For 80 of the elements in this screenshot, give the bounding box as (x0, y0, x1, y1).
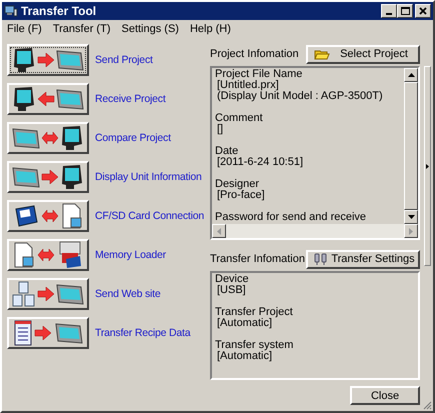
action-link[interactable]: Display Unit Information (95, 171, 202, 183)
table-icon (14, 320, 32, 346)
arrow-icon (41, 131, 59, 145)
info-value: [] (216, 124, 224, 135)
arrow-icon (37, 248, 55, 262)
info-value: (Display Unit Model : AGP-3500T) (216, 91, 384, 102)
maximize-button[interactable] (397, 4, 413, 18)
action-button[interactable] (7, 278, 89, 310)
panel-icon (12, 166, 40, 188)
window-title: Transfer Tool (21, 4, 98, 18)
resize-grip-icon[interactable] (422, 400, 432, 410)
info-value: [USB] (216, 285, 247, 296)
arrow-icon (41, 209, 59, 223)
monitor-icon (60, 125, 84, 151)
monitor-icon (4, 5, 18, 17)
panel-icon (54, 322, 82, 344)
folder-icon (314, 48, 330, 60)
action-link[interactable]: Send Web site (95, 288, 160, 300)
section-label: Transfer Infomation (210, 253, 305, 265)
action-link[interactable]: Receive Project (95, 93, 166, 105)
action-button[interactable] (7, 200, 89, 232)
arrow-icon (34, 326, 52, 340)
cable-icon (314, 253, 328, 265)
memory-card-icon (14, 205, 38, 227)
vertical-scrollbar[interactable] (404, 68, 418, 224)
info-value: [Pro-face] (217, 190, 266, 201)
panel-icon (56, 283, 84, 305)
action-button[interactable] (7, 239, 89, 271)
backup-icon (58, 241, 82, 269)
select-project-button[interactable]: Select Project (306, 44, 420, 64)
info-heading: Device (215, 274, 250, 285)
menu-item[interactable]: Help (H) (190, 23, 231, 35)
info-heading: Date (215, 146, 240, 157)
menu-item[interactable]: File (F) (7, 23, 42, 35)
action-link[interactable]: Compare Project (95, 132, 171, 144)
info-heading: Designer (215, 179, 260, 190)
arrow-icon (37, 287, 55, 301)
action-button[interactable] (7, 122, 89, 154)
document-icon (62, 203, 82, 229)
section-label: Project Infomation (210, 48, 299, 60)
action-link[interactable]: Transfer Recipe Data (95, 327, 190, 339)
info-value: [Automatic] (216, 351, 272, 362)
document-icon (14, 242, 34, 268)
monitor-icon (12, 86, 36, 112)
expand-arrow-icon[interactable] (426, 164, 429, 168)
maximize-icon (400, 7, 410, 15)
close-button[interactable] (415, 4, 431, 18)
close-icon (419, 7, 427, 15)
scroll-up-icon[interactable] (408, 73, 414, 77)
arrow-icon (37, 53, 55, 67)
monitor-icon (12, 47, 36, 73)
action-link[interactable]: CF/SD Card Connection (95, 210, 204, 222)
action-button[interactable] (7, 317, 89, 349)
info-heading: Transfer Project (215, 307, 294, 318)
action-button[interactable] (7, 83, 89, 115)
monitor-icon (60, 164, 84, 190)
panel-icon (56, 49, 84, 71)
info-heading: Password for send and receive (215, 212, 368, 223)
menu-item[interactable]: Settings (S) (121, 23, 179, 35)
splitter-handle[interactable] (424, 66, 431, 266)
info-value: [2011-6-24 10:51] (216, 157, 304, 168)
panel-icon (56, 88, 84, 110)
info-heading: Project File Name (215, 69, 304, 80)
arrow-icon (37, 92, 55, 106)
info-value: [Automatic] (216, 318, 272, 329)
transfer-settings-button[interactable]: Transfer Settings (306, 250, 420, 268)
close-button[interactable]: Close (350, 386, 420, 405)
menu-item[interactable]: Transfer (T) (52, 23, 110, 35)
minimize-button[interactable] (381, 4, 397, 18)
info-heading: Transfer system (215, 340, 294, 351)
action-button[interactable] (7, 44, 89, 76)
action-link[interactable]: Memory Loader (95, 249, 166, 261)
scroll-down-icon[interactable] (408, 215, 414, 219)
info-heading: Comment (215, 113, 264, 124)
action-button[interactable] (7, 161, 89, 193)
pages-icon (12, 281, 36, 307)
action-link[interactable]: Send Project (95, 54, 153, 66)
info-value: [Untitled.prx] (217, 80, 280, 91)
panel-icon (12, 127, 40, 149)
arrow-icon (41, 170, 59, 184)
